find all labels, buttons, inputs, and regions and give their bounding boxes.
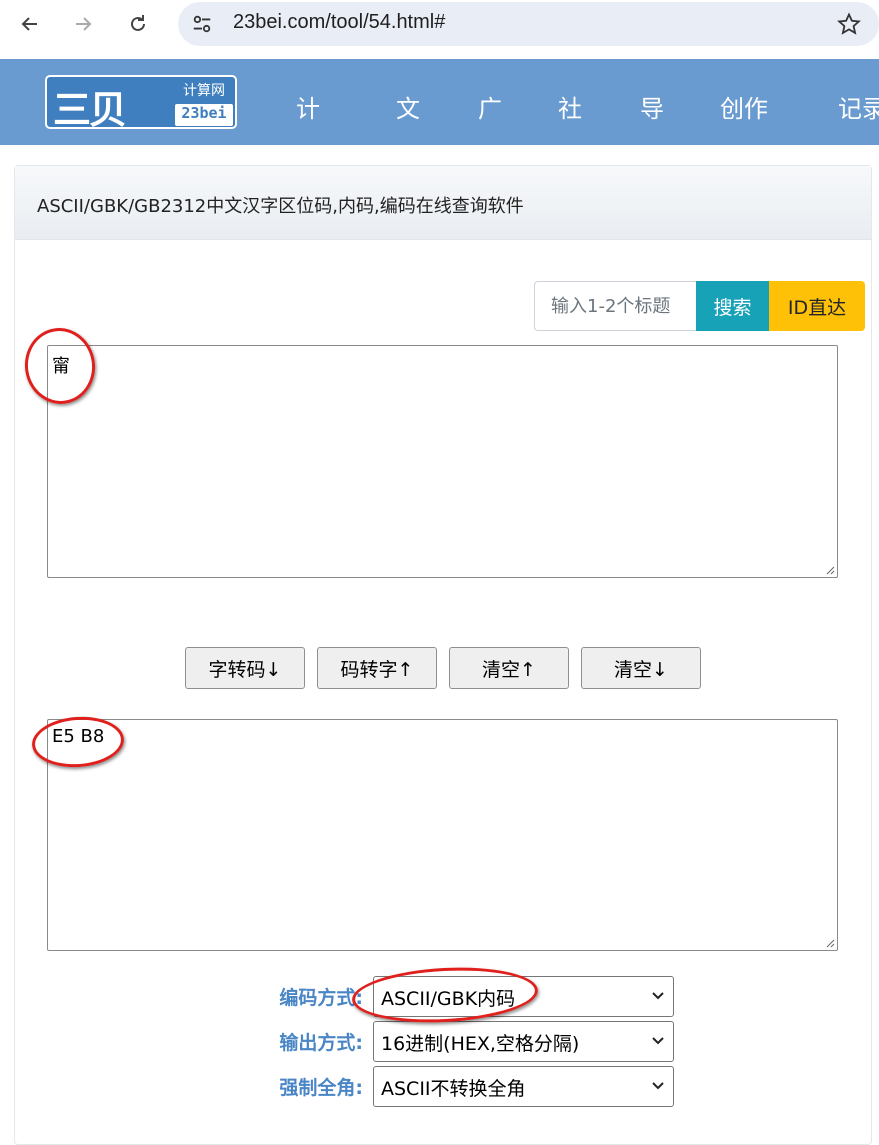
input-textarea[interactable]: 甯 [47,345,838,578]
resize-grip-icon[interactable] [825,938,835,948]
chevron-down-icon [652,1082,664,1090]
output-option-row: 输出方式: 16进制(HEX,空格分隔) [263,1021,674,1062]
id-jump-button[interactable]: ID直达 [769,281,865,331]
encoding-option-row: 编码方式: ASCII/GBK内码 [263,976,674,1017]
output-textarea[interactable]: E5 B8 [47,719,838,951]
logo-sub-text: 计算网 [183,83,225,99]
action-buttons: 字转码↓ 码转字↑ 清空↑ 清空↓ [185,647,701,689]
back-icon[interactable] [14,8,46,40]
clear-output-button[interactable]: 清空↓ [581,647,701,689]
card-title: ASCII/GBK/GB2312中文汉字区位码,内码,编码在线查询软件 [15,166,871,240]
tool-card: ASCII/GBK/GB2312中文汉字区位码,内码,编码在线查询软件 搜索 I… [14,165,872,1145]
fullwidth-label: 强制全角: [279,1077,363,1099]
menu-item-5[interactable]: 导 [640,89,664,124]
resize-grip-icon[interactable] [825,565,835,575]
site-settings-icon[interactable] [190,12,214,36]
fullwidth-value: ASCII不转换全角 [381,1078,526,1100]
chevron-down-icon [652,1037,664,1045]
fullwidth-select[interactable]: ASCII不转换全角 [373,1066,674,1107]
reload-icon[interactable] [122,8,154,40]
input-text: 甯 [52,356,70,377]
menu-item-2[interactable]: 文 [396,89,420,124]
url-text[interactable]: 23bei.com/tool/54.html# [233,11,445,34]
code-to-char-button[interactable]: 码转字↑ [317,647,437,689]
output-select[interactable]: 16进制(HEX,空格分隔) [373,1021,674,1062]
encoding-select[interactable]: ASCII/GBK内码 [373,976,674,1017]
logo-main-text: 三贝 [53,88,127,132]
browser-toolbar: 23bei.com/tool/54.html# [0,0,879,50]
char-to-code-button[interactable]: 字转码↓ [185,647,305,689]
menu-item-4[interactable]: 社 [558,89,582,124]
menu-item-6[interactable]: 创作 [720,89,768,124]
address-bar[interactable]: 23bei.com/tool/54.html# [178,2,879,46]
site-logo[interactable]: 三贝 计算网 23bei [45,75,237,132]
output-text: E5 B8 [52,726,105,747]
encoding-value: ASCII/GBK内码 [381,988,516,1010]
menu-item-7[interactable]: 记录 [838,89,879,124]
output-value: 16进制(HEX,空格分隔) [381,1033,580,1055]
site-header: 三贝 计算网 23bei 计 文 广 社 导 创作 记录 [0,59,879,145]
clear-input-button[interactable]: 清空↑ [449,647,569,689]
bookmark-star-icon[interactable] [837,12,861,36]
chevron-down-icon [652,992,664,1000]
forward-icon[interactable] [67,8,99,40]
encoding-label: 编码方式: [279,987,363,1009]
logo-domain-text: 23bei [175,104,233,126]
search-input[interactable] [534,281,696,331]
fullwidth-option-row: 强制全角: ASCII不转换全角 [263,1066,674,1107]
menu-item-1[interactable]: 计 [296,89,320,124]
search-button[interactable]: 搜索 [696,281,769,331]
output-label: 输出方式: [279,1032,363,1054]
menu-item-3[interactable]: 广 [478,89,502,124]
search-group: 搜索 ID直达 [534,281,865,331]
